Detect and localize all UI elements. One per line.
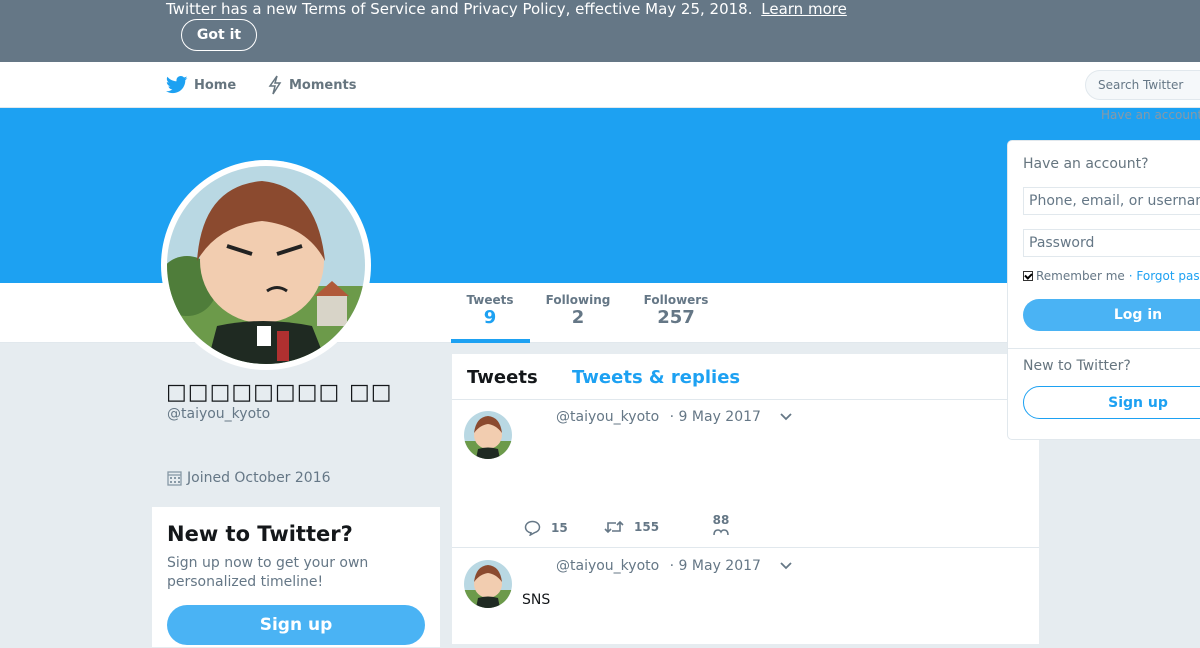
nav-moments-label: Moments <box>289 77 357 93</box>
tweet-item[interactable]: @taiyou_kyoto · 9 May 2017 15 155 88 <box>452 400 1039 548</box>
nav-moments[interactable]: Moments <box>267 62 356 108</box>
username-field[interactable]: Phone, email, or username <box>1023 187 1200 215</box>
nav-home[interactable]: Home <box>166 62 236 108</box>
got-it-button[interactable]: Got it <box>181 19 257 51</box>
new-to-twitter-label: New to Twitter? <box>1023 358 1131 374</box>
login-card: Have an account? Phone, email, or userna… <box>1007 140 1200 440</box>
tweet-text: SNS <box>522 592 551 608</box>
tweet-item[interactable]: @taiyou_kyoto · 9 May 2017 SNS <box>452 548 1039 648</box>
forgot-password-link[interactable]: · Forgot password? <box>1129 269 1200 283</box>
banner-message: Twitter has a new Terms of Service and P… <box>166 0 753 18</box>
stat-followers-value: 257 <box>657 307 695 328</box>
promo-title: New to Twitter? <box>167 522 353 546</box>
terms-banner: Twitter has a new Terms of Service and P… <box>0 0 1200 62</box>
reply-count: 15 <box>551 521 568 535</box>
active-tab-underline <box>451 339 530 343</box>
tab-tweets-replies[interactable]: Tweets & replies <box>572 367 740 388</box>
have-account-link[interactable]: Have an account? <box>1101 108 1200 122</box>
remember-row: Remember me · Forgot password? <box>1023 269 1200 283</box>
retweet-action[interactable]: 155 <box>604 520 659 534</box>
remember-checkbox[interactable] <box>1023 271 1033 281</box>
tweet-meta: @taiyou_kyoto · 9 May 2017 <box>556 409 761 425</box>
remember-label: Remember me <box>1036 269 1125 283</box>
joined-text: Joined October 2016 <box>187 470 331 486</box>
banner-text-wrap: Twitter has a new Terms of Service and P… <box>166 0 847 19</box>
retweet-icon <box>604 520 624 534</box>
moments-bolt-icon <box>268 75 282 95</box>
like-count: 88 <box>712 513 730 527</box>
divider <box>1008 348 1200 349</box>
tweet-avatar[interactable] <box>464 560 512 608</box>
timeline: Tweets Tweets & replies @taiyou_kyoto · … <box>452 354 1039 644</box>
signup-button[interactable]: Sign up <box>1023 386 1200 419</box>
stat-following[interactable]: Following 2 <box>545 293 611 329</box>
profile-avatar[interactable] <box>161 160 371 370</box>
stat-following-value: 2 <box>571 307 585 328</box>
tweet-avatar[interactable] <box>464 411 512 459</box>
reply-icon <box>524 520 541 536</box>
caret-down-icon[interactable] <box>780 562 792 570</box>
like-icon <box>713 529 729 535</box>
tweet-handle[interactable]: @taiyou_kyoto <box>556 409 659 425</box>
search-input[interactable]: Search Twitter <box>1085 70 1200 100</box>
top-nav: Home Moments Search Twitter <box>0 62 1200 108</box>
calendar-icon <box>167 471 182 486</box>
stat-followers-label: Followers <box>643 293 709 307</box>
stat-tweets-label: Tweets <box>466 293 514 307</box>
signup-promo-card: New to Twitter? Sign up now to get your … <box>152 507 440 647</box>
profile-name: □□□□□□□□ □□ <box>166 380 393 405</box>
password-field[interactable]: Password <box>1023 229 1200 257</box>
tweet-date[interactable]: · 9 May 2017 <box>670 409 761 425</box>
avatar-image <box>167 166 365 364</box>
stat-tweets-value: 9 <box>483 307 497 328</box>
tweet-meta: @taiyou_kyoto · 9 May 2017 <box>556 558 761 574</box>
tweet-date[interactable]: · 9 May 2017 <box>670 558 761 574</box>
stat-following-label: Following <box>545 293 611 307</box>
twitter-bird-icon <box>166 76 188 94</box>
profile-handle[interactable]: @taiyou_kyoto <box>167 406 270 422</box>
promo-text: Sign up now to get your own personalized… <box>167 555 369 590</box>
like-action[interactable]: 88 <box>712 513 730 535</box>
tweet-handle[interactable]: @taiyou_kyoto <box>556 558 659 574</box>
reply-action[interactable]: 15 <box>524 520 568 536</box>
timeline-tabs: Tweets Tweets & replies <box>452 354 1039 400</box>
login-title: Have an account? <box>1023 156 1149 172</box>
retweet-count: 155 <box>634 520 660 534</box>
caret-down-icon[interactable] <box>780 413 792 421</box>
stat-followers[interactable]: Followers 257 <box>643 293 709 329</box>
learn-more-link[interactable]: Learn more <box>761 0 847 18</box>
promo-signup-button[interactable]: Sign up <box>167 605 425 645</box>
stat-tweets[interactable]: Tweets 9 <box>466 293 514 329</box>
joined-date: Joined October 2016 <box>167 470 331 486</box>
nav-home-label: Home <box>194 77 237 93</box>
tab-tweets[interactable]: Tweets <box>467 367 538 388</box>
login-button[interactable]: Log in <box>1023 299 1200 331</box>
